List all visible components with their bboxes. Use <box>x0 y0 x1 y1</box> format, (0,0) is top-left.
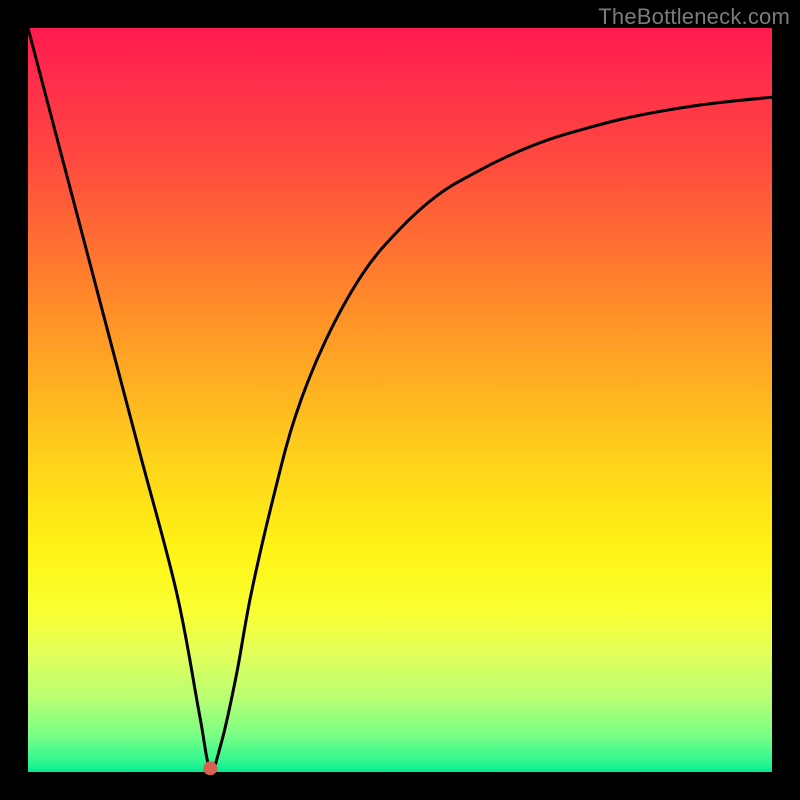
chart-frame: TheBottleneck.com <box>0 0 800 800</box>
bottleneck-curve-path <box>28 28 772 769</box>
plot-area <box>28 28 772 772</box>
watermark-text: TheBottleneck.com <box>598 4 790 30</box>
curve-minimum-marker <box>203 761 217 775</box>
curve-svg <box>28 28 772 772</box>
